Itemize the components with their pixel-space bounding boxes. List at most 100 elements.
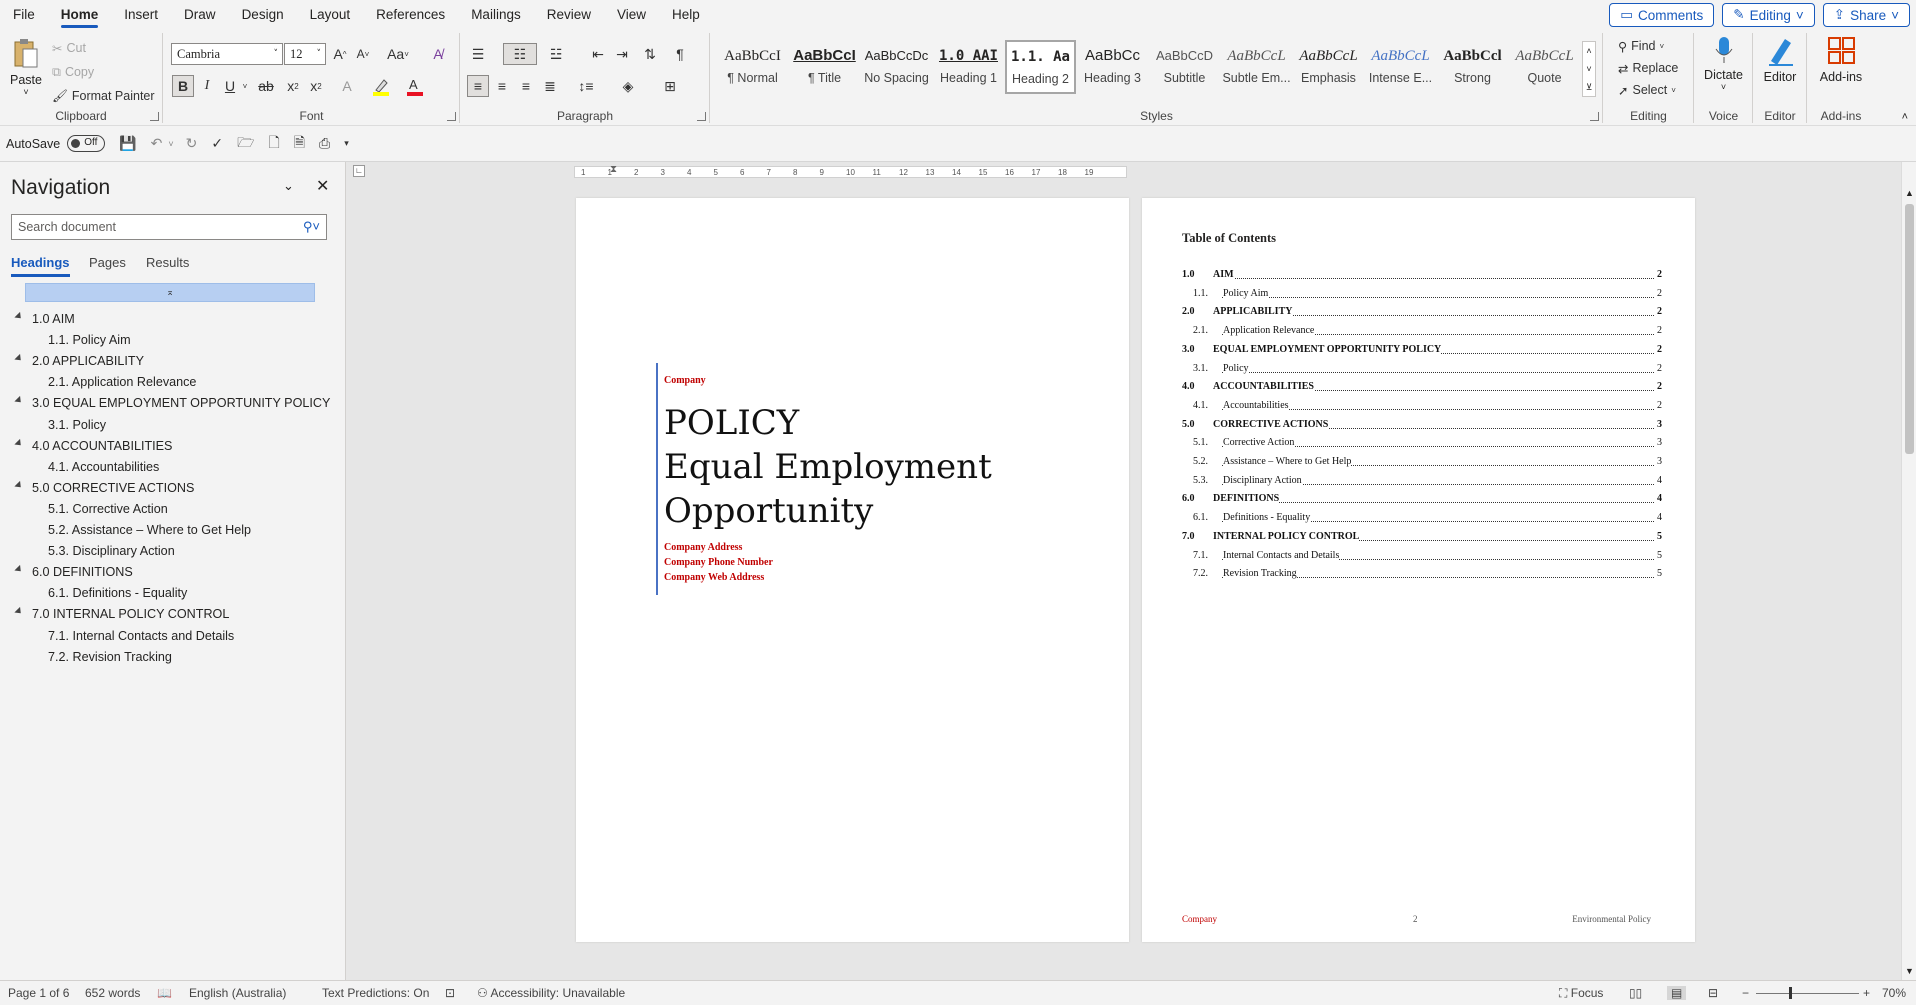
select-button[interactable]: ➚ Select ˅	[1618, 79, 1676, 101]
justify-button[interactable]: ≣	[539, 75, 561, 97]
styles-launcher-icon[interactable]	[1590, 112, 1599, 121]
tab-help[interactable]: Help	[659, 0, 713, 30]
toc-entry[interactable]: 2.1. Application Relevance 2	[1182, 325, 1662, 343]
font-name-box[interactable]: Cambria ˅	[171, 43, 283, 65]
share-button[interactable]: ⇪ Share ˅	[1822, 3, 1910, 27]
zoom-level[interactable]: 70%	[1882, 986, 1906, 1000]
style-strong[interactable]: AaBbCcl Strong	[1437, 40, 1508, 94]
editor-button[interactable]: Editor	[1754, 35, 1806, 84]
borders-button[interactable]: ⊞	[655, 75, 685, 97]
addins-button[interactable]: Add-ins	[1808, 35, 1874, 84]
dictate-button[interactable]: Dictate ˅	[1695, 35, 1752, 92]
zoom-slider[interactable]	[1756, 987, 1859, 999]
style-intense-e[interactable]: AaBbCcL Intense E...	[1365, 40, 1436, 94]
macro-icon[interactable]: ⊡	[445, 986, 455, 1000]
indent-marker-icon[interactable]: ⧗	[610, 164, 617, 175]
redo-icon[interactable]: ↻	[186, 135, 198, 152]
toc-entry[interactable]: 3.0 EQUAL EMPLOYMENT OPPORTUNITY POLICY 2	[1182, 343, 1662, 362]
find-button[interactable]: ⚲ Find ˅	[1618, 35, 1664, 57]
decrease-indent-button[interactable]: ⇤	[587, 43, 609, 65]
zoom-out-icon[interactable]: −	[1742, 986, 1749, 1000]
strikethrough-button[interactable]: ab	[255, 75, 277, 97]
grow-font-button[interactable]: A ^	[329, 43, 351, 65]
toc-entry[interactable]: 4.0 ACCOUNTABILITIES 2	[1182, 381, 1662, 399]
toc-entry[interactable]: 1.1. Policy Aim 2	[1182, 287, 1662, 306]
comments-button[interactable]: ▭ Comments	[1609, 3, 1715, 27]
collapse-ribbon-icon[interactable]: ˄	[1902, 111, 1908, 123]
style-normal[interactable]: AaBbCcI ¶ Normal	[717, 40, 788, 94]
tab-references[interactable]: References	[363, 0, 458, 30]
underline-button[interactable]: U	[219, 75, 241, 97]
nav-heading-level1[interactable]: 6.0 DEFINITIONS	[32, 562, 133, 582]
nav-heading-level2[interactable]: 6.1. Definitions - Equality	[48, 583, 187, 603]
nav-heading-level2[interactable]: 7.1. Internal Contacts and Details	[48, 626, 234, 646]
toc-entry[interactable]: 7.1. Internal Contacts and Details 5	[1182, 549, 1662, 568]
shrink-font-button[interactable]: A ˅	[352, 43, 374, 65]
open-folder-icon[interactable]: 🗁	[237, 132, 254, 156]
toc-entry[interactable]: 5.0 CORRECTIVE ACTIONS 3	[1182, 418, 1662, 437]
align-left-button[interactable]: ≡	[467, 75, 489, 97]
nav-heading-level1[interactable]: 1.0 AIM	[32, 309, 75, 329]
read-mode-icon[interactable]: ▯▯	[1629, 986, 1642, 1000]
collapse-triangle-icon[interactable]	[14, 438, 24, 448]
font-size-box[interactable]: 12 ˅	[284, 43, 326, 65]
collapse-triangle-icon[interactable]	[14, 565, 24, 575]
toc-entry[interactable]: 3.1. Policy 2	[1182, 362, 1662, 381]
customize-toolbar-icon[interactable]: ▾	[344, 138, 349, 149]
vertical-scrollbar[interactable]: ▲ ▼	[1901, 162, 1916, 980]
style-subtitle[interactable]: AaBbCcD Subtitle	[1149, 40, 1220, 94]
cut-button[interactable]: ✂ Cut	[52, 37, 86, 59]
shading-button[interactable]: ◈	[613, 75, 643, 97]
editing-mode-button[interactable]: ✎ Editing ˅	[1722, 3, 1815, 27]
nav-heading-level2[interactable]: 5.3. Disciplinary Action	[48, 541, 175, 561]
page-1[interactable]: Company POLICY Equal Employment Opportun…	[576, 198, 1129, 942]
toc-entry[interactable]: 7.2. Revision Tracking 5	[1182, 568, 1662, 586]
collapse-triangle-icon[interactable]	[14, 607, 24, 617]
toc-entry[interactable]: 6.1. Definitions - Equality 4	[1182, 512, 1662, 530]
bullets-button[interactable]: ☰	[467, 43, 489, 65]
print-icon[interactable]: ⎙	[319, 135, 330, 152]
print-layout-icon[interactable]: ▤	[1667, 986, 1687, 1000]
tab-view[interactable]: View	[604, 0, 659, 30]
change-case-button[interactable]: Aa ˅	[383, 43, 413, 65]
tab-mailings[interactable]: Mailings	[458, 0, 534, 30]
chevron-down-icon[interactable]: ⌄	[283, 178, 294, 194]
superscript-button[interactable]: x2	[305, 75, 327, 97]
nav-heading-level1[interactable]: 4.0 ACCOUNTABILITIES	[32, 436, 172, 456]
search-input[interactable]: Search document ⚲˅	[11, 214, 327, 240]
chevron-down-icon[interactable]: ˅	[239, 75, 251, 97]
collapse-triangle-icon[interactable]	[14, 311, 24, 322]
style-emphasis[interactable]: AaBbCcL Emphasis	[1293, 40, 1364, 94]
new-document-icon[interactable]: 🗋	[269, 132, 280, 156]
toc-entry[interactable]: 1.0 AIM 2	[1182, 269, 1662, 287]
replace-button[interactable]: ⇄ Replace	[1618, 57, 1678, 79]
tab-file[interactable]: File	[0, 0, 48, 30]
format-painter-button[interactable]: 🖌 Format Painter	[52, 85, 155, 107]
pilcrow-icon[interactable]: ¶	[669, 43, 691, 65]
subscript-button[interactable]: x2	[282, 75, 304, 97]
nav-heading-level1[interactable]: 2.0 APPLICABILITY	[32, 351, 144, 371]
accessibility-button[interactable]: ⚇ Accessibility: Unavailable	[477, 986, 625, 1000]
save-icon[interactable]: 💾	[119, 135, 136, 152]
text-predictions-status[interactable]: Text Predictions: On	[322, 986, 429, 1000]
clipboard-launcher-icon[interactable]	[150, 112, 159, 121]
close-icon[interactable]: ✕	[316, 176, 329, 196]
collapse-triangle-icon[interactable]	[14, 396, 24, 406]
tab-layout[interactable]: Layout	[297, 0, 364, 30]
spelling-icon[interactable]: ✓	[211, 135, 223, 152]
zoom-slider-thumb[interactable]	[1789, 987, 1792, 999]
web-layout-icon[interactable]: ⊟	[1708, 986, 1718, 1000]
sort-button[interactable]: ⇅	[639, 43, 661, 65]
page-count[interactable]: Page 1 of 6	[8, 986, 69, 1000]
print-preview-icon[interactable]: 🗎	[294, 132, 305, 156]
align-right-button[interactable]: ≡	[515, 75, 537, 97]
clear-formatting-icon[interactable]: A̸	[427, 43, 449, 65]
selected-heading-bar[interactable]: ⌅	[25, 283, 315, 302]
toc-entry[interactable]: 2.0 APPLICABILITY 2	[1182, 306, 1662, 324]
focus-button[interactable]: ⛶ Focus	[1559, 986, 1603, 1001]
nav-heading-level2[interactable]: 2.1. Application Relevance	[48, 372, 196, 392]
word-count[interactable]: 652 words	[85, 986, 140, 1000]
collapse-triangle-icon[interactable]	[14, 354, 24, 364]
tab-review[interactable]: Review	[534, 0, 604, 30]
toc-entry[interactable]: 6.0 DEFINITIONS 4	[1182, 493, 1662, 511]
